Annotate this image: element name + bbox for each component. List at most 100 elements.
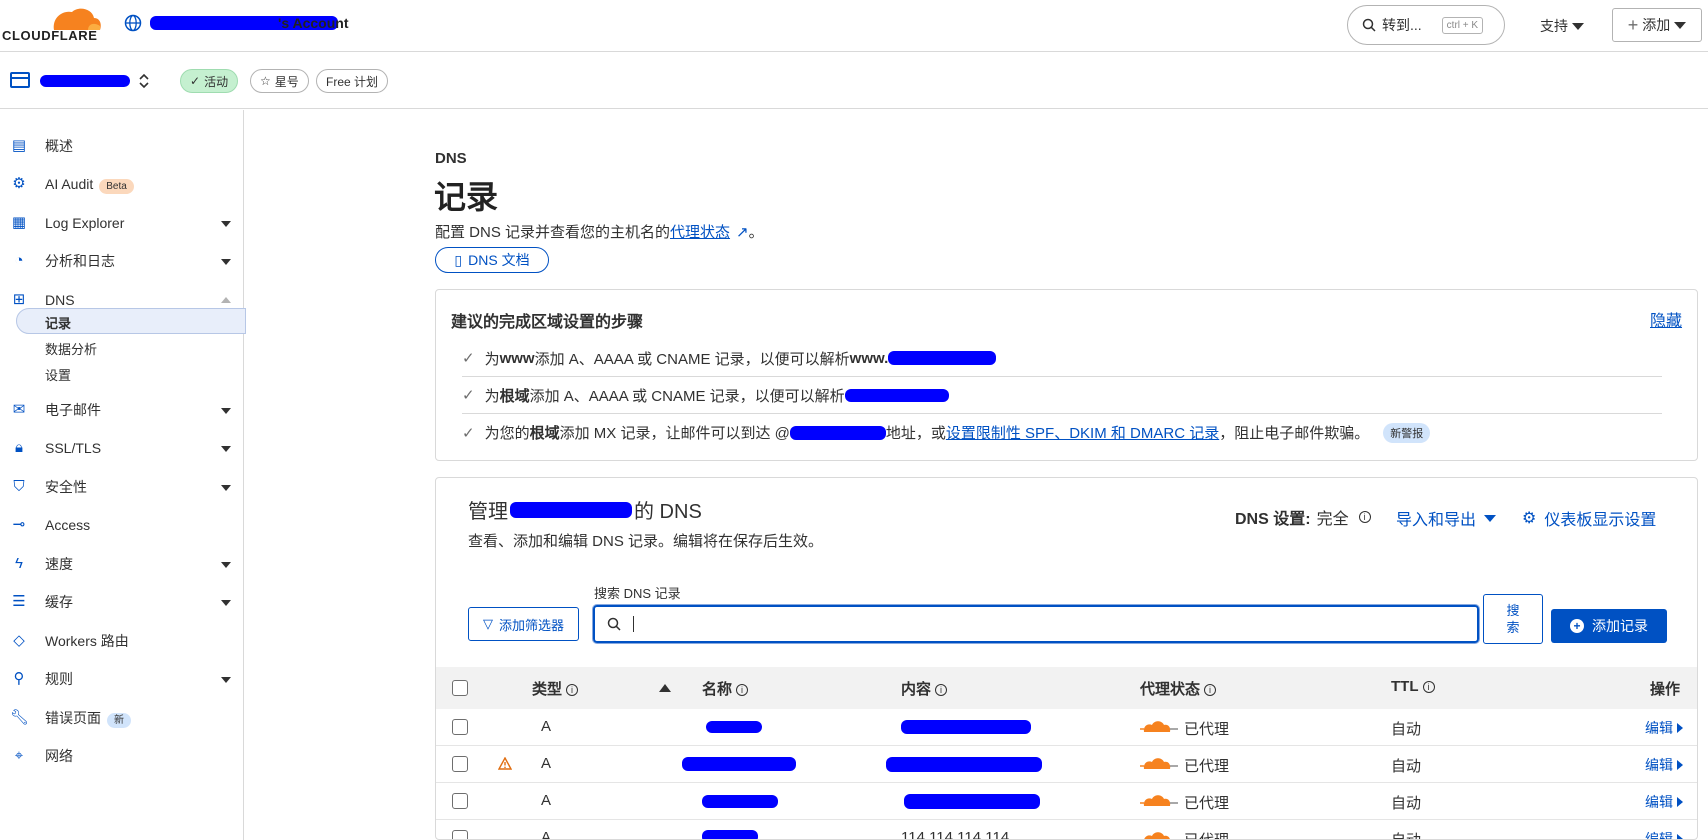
sidebar: ▤ 概述 ⚙ AI Audit Beta ▦ Log Explorer ◔ 分析和日志 ⊞… (0, 110, 246, 840)
sidebar-item-workers[interactable]: ◇ Workers 路由 (0, 623, 244, 659)
redacted-record-name (706, 721, 762, 733)
log-icon: ▦ (11, 214, 27, 231)
proxy-status: 已代理 (1184, 795, 1230, 812)
import-export-menu[interactable]: 导入和导出 (1396, 506, 1497, 530)
step-text: ，阻止电子邮件欺骗。 (1219, 425, 1370, 442)
edit-record-button[interactable]: 编辑 (1645, 718, 1683, 738)
sidebar-item-security[interactable]: ⛉ 安全性 (0, 469, 244, 505)
sidebar-subitem-analytics[interactable]: 数据分析 (45, 339, 97, 358)
row-checkbox[interactable] (452, 830, 468, 839)
info-icon: i (1204, 684, 1217, 696)
info-icon[interactable]: i (1358, 511, 1371, 523)
table-header: 类型 i 名称 i 内容 i 代理状态 i TTL i 操作 (436, 667, 1697, 709)
dashboard-settings-button[interactable]: ⚙ 仪表板显示设置 (1522, 506, 1656, 530)
edit-record-button[interactable]: 编辑 (1645, 755, 1683, 775)
table-row[interactable]: A 已代理 自动 编辑 (436, 746, 1697, 783)
info-icon: i (566, 684, 579, 696)
goto-label: 转到... (1382, 17, 1422, 33)
sidebar-item-label: 概述 (45, 138, 73, 154)
shortcut-hint: ctrl + K (1441, 16, 1484, 34)
check-icon: ✓ (190, 74, 201, 88)
switch-zone-icon[interactable] (138, 72, 150, 90)
plan-badge[interactable]: Free 计划 (316, 69, 389, 93)
cloudflare-logo[interactable]: CLOUDFLARE (2, 4, 102, 44)
redacted-domain (888, 351, 997, 365)
info-icon: i (935, 684, 948, 696)
spf-dkim-dmarc-link[interactable]: 设置限制性 SPF、DKIM 和 DMARC 记录 (946, 422, 1219, 443)
sort-asc-icon[interactable] (659, 684, 671, 692)
row-checkbox[interactable] (452, 719, 468, 735)
info-icon: i (736, 684, 749, 696)
row-checkbox[interactable] (452, 793, 468, 809)
dns-docs-button[interactable]: ▯ DNS 文档 (435, 247, 549, 273)
hide-link[interactable]: 隐藏 (1650, 307, 1682, 331)
add-record-button[interactable]: + 添加记录 (1551, 609, 1667, 643)
column-header-type[interactable]: 类型 i (532, 678, 579, 699)
sidebar-item-label: AI Audit (45, 176, 94, 192)
proxy-status-link[interactable]: 代理状态 (670, 224, 730, 241)
setup-steps-card: 建议的完成区域设置的步骤 隐藏 ✓ 为 www 添加 A、AAAA 或 CNAM… (435, 289, 1698, 461)
chevron-right-icon (1677, 723, 1683, 733)
goto-search[interactable]: 转到... ctrl + K (1347, 5, 1505, 45)
redacted-zone-name[interactable] (40, 75, 130, 87)
sidebar-item-analytics[interactable]: ◔ 分析和日志 (0, 243, 244, 279)
sidebar-item-log-explorer[interactable]: ▦ Log Explorer (0, 205, 244, 241)
dns-settings[interactable]: DNS 设置: 完全 i (1235, 505, 1371, 529)
proxy-status: 已代理 (1184, 758, 1230, 775)
ttl-value: 自动 (1391, 829, 1421, 839)
column-header-name[interactable]: 名称 i (702, 678, 749, 699)
chevron-down-icon (221, 259, 231, 265)
sidebar-item-error-pages[interactable]: 🔧︎ 错误页面新 (0, 700, 244, 736)
edit-record-button[interactable]: 编辑 (1645, 829, 1683, 840)
column-header-proxy[interactable]: 代理状态 i (1140, 678, 1217, 699)
sidebar-item-ssl[interactable]: 🔒︎ SSL/TLS (0, 430, 244, 466)
sidebar-item-rules[interactable]: ⚲ 规则 (0, 661, 244, 697)
edit-label: 编辑 (1645, 831, 1673, 840)
row-checkbox[interactable] (452, 756, 468, 772)
column-header-ttl[interactable]: TTL i (1391, 678, 1435, 695)
table-row[interactable]: A 已代理 自动 编辑 (436, 783, 1697, 820)
sidebar-item-overview[interactable]: ▤ 概述 (0, 128, 244, 164)
search-input[interactable] (593, 605, 1479, 643)
sidebar-subitem-settings[interactable]: 设置 (45, 365, 71, 384)
column-header-content[interactable]: 内容 i (901, 678, 948, 699)
sidebar-item-cache[interactable]: ☰ 缓存 (0, 584, 244, 620)
account-selector[interactable]: 's Account (124, 14, 349, 32)
account-suffix: 's Account (278, 15, 349, 31)
sidebar-item-network[interactable]: ⌖ 网络 (0, 738, 244, 774)
warning-icon[interactable] (498, 757, 512, 770)
page-description: 配置 DNS 记录并查看您的主机名的代理状态 ↗。 (435, 221, 764, 242)
sidebar-item-label: DNS (45, 292, 75, 308)
new-badge: 新 (107, 713, 131, 728)
star-button[interactable]: ☆ 星号 (250, 69, 309, 93)
beta-badge: Beta (99, 179, 134, 194)
external-link-icon: ↗ (736, 224, 749, 241)
select-all-checkbox[interactable] (452, 680, 468, 696)
support-menu[interactable]: 支持 (1540, 16, 1584, 36)
step-item: ✓ 为您的 根域 添加 MX 记录，让邮件可以到达 @ 地址，或 设置限制性 SPF、… (462, 414, 1662, 451)
sidebar-item-label: 网络 (45, 748, 73, 764)
edit-record-button[interactable]: 编辑 (1645, 792, 1683, 812)
sidebar-item-ai-audit[interactable]: ⚙ AI Audit Beta (0, 166, 244, 202)
search-icon (1362, 18, 1376, 32)
table-row[interactable]: A 114.114.114.114 已代理 自动 编辑 (436, 820, 1697, 840)
add-menu-button[interactable]: + 添加 (1612, 8, 1702, 42)
chevron-down-icon (1572, 22, 1584, 30)
text-cursor (633, 616, 634, 632)
shield-icon: ⛉ (13, 478, 25, 495)
import-export-label: 导入和导出 (1396, 512, 1477, 529)
search-button[interactable]: 搜 索 (1483, 594, 1543, 644)
sidebar-item-label: 缓存 (45, 594, 73, 610)
workers-icon: ◇ (13, 632, 25, 649)
sidebar-item-email[interactable]: ✉ 电子邮件 (0, 392, 244, 428)
add-filter-button[interactable]: ▽ 添加筛选器 (468, 607, 579, 641)
chevron-right-icon (1677, 760, 1683, 770)
sidebar-item-access[interactable]: ⊸ Access (0, 507, 244, 543)
ttl-value: 自动 (1391, 795, 1422, 812)
chevron-down-icon (1674, 21, 1687, 29)
table-row[interactable]: A 已代理 自动 编辑 (436, 709, 1697, 746)
sidebar-item-speed[interactable]: ϟ 速度 (0, 546, 244, 582)
proxy-status: 已代理 (1184, 829, 1229, 839)
rules-icon: ⚲ (13, 670, 25, 687)
sidebar-item-label: SSL/TLS (45, 440, 102, 456)
